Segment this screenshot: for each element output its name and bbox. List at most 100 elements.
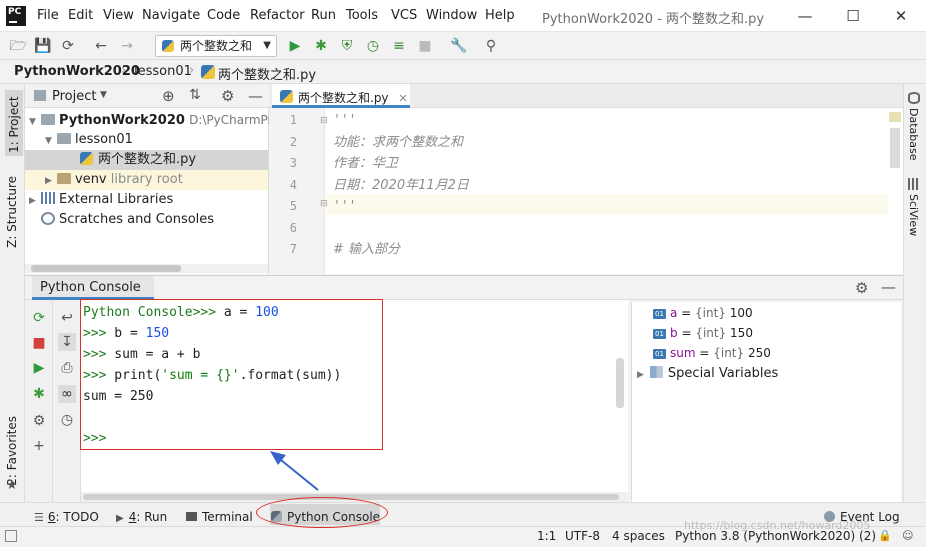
coverage-shield-icon[interactable]: ⛨	[338, 37, 356, 55]
menu-help[interactable]: Help	[485, 8, 515, 23]
sync-icon[interactable]: ⟳	[59, 37, 77, 55]
python-file-icon	[162, 40, 174, 52]
collapse-all-icon[interactable]: ⇅	[189, 87, 201, 103]
variable-type: {int}	[713, 346, 745, 360]
console-header	[25, 275, 903, 300]
search-icon[interactable]: ⚲	[482, 37, 500, 55]
bottom-tab-terminal[interactable]: Terminal	[186, 510, 253, 524]
run-configuration-select[interactable]: 两个整数之和 ▼	[155, 35, 277, 57]
save-icon[interactable]: 💾	[34, 37, 52, 55]
toggle-tool-windows-icon[interactable]	[5, 530, 17, 542]
bottom-tab-run[interactable]: ▶ 4: Run	[116, 510, 167, 524]
scroll-to-end-icon[interactable]: ↧	[58, 333, 76, 351]
show-variables-icon[interactable]: ∞	[58, 385, 76, 403]
soft-wrap-icon[interactable]: ↩	[58, 309, 76, 327]
folder-icon	[41, 114, 55, 125]
debug-bug-icon[interactable]: ✱	[30, 385, 48, 403]
tool-tab-favorites[interactable]: 2: Favorites	[5, 416, 19, 486]
tool-tab-project[interactable]: 1: Project	[5, 90, 23, 156]
tree-scratches-label: Scratches and Consoles	[59, 212, 215, 227]
menu-run[interactable]: Run	[311, 8, 336, 23]
close-window-button[interactable]: ✕	[886, 6, 916, 26]
breadcrumb-folder[interactable]: lesson01	[134, 64, 192, 79]
tool-tab-sciview[interactable]: SciView	[907, 194, 920, 236]
watermark: https://blog.csdn.net/howard2005	[684, 519, 871, 532]
variable-row[interactable]: 01 b = {int} 150	[637, 323, 753, 343]
fold-marker-icon[interactable]: ⊟	[320, 199, 328, 209]
tree-item-file[interactable]: 两个整数之和.py	[80, 150, 196, 170]
status-indent[interactable]: 4 spaces	[612, 529, 665, 543]
gear-icon[interactable]: ⚙	[221, 87, 234, 105]
tool-tab-database[interactable]: Database	[907, 108, 920, 161]
menu-view[interactable]: View	[103, 8, 134, 23]
variable-equals: =	[695, 346, 714, 360]
menu-refactor[interactable]: Refactor	[250, 8, 305, 23]
maximize-button[interactable]: ☐	[838, 6, 868, 26]
tree-folder-label: lesson01	[75, 132, 133, 147]
rerun-icon[interactable]: ⟳	[30, 309, 48, 327]
forward-arrow-icon[interactable]: →	[118, 37, 136, 55]
wrench-settings-icon[interactable]: 🔧	[450, 37, 468, 55]
special-variables-row[interactable]: ▶ Special Variables	[637, 363, 778, 385]
profile-icon[interactable]: ◷	[364, 37, 382, 55]
python-file-icon	[201, 65, 215, 79]
line-number: 4	[289, 177, 297, 192]
editor-scroll-thumb[interactable]	[890, 128, 900, 168]
print-icon[interactable]: ⎙	[58, 359, 76, 377]
tree-item-external-libraries[interactable]: ▶ External Libraries	[29, 190, 173, 210]
stop-icon[interactable]: ■	[30, 334, 48, 352]
menu-navigate[interactable]: Navigate	[142, 8, 200, 23]
chevron-right-icon: ›	[189, 63, 195, 78]
tree-item-scratches[interactable]: Scratches and Consoles	[41, 210, 214, 230]
bottom-tab-todo[interactable]: ☰ 6: TODO	[34, 510, 99, 524]
execute-icon[interactable]: ▶	[30, 359, 48, 377]
breadcrumb-file[interactable]: 两个整数之和.py	[218, 64, 316, 83]
console-vertical-scrollbar[interactable]	[614, 302, 626, 492]
status-caret-position[interactable]: 1:1	[537, 529, 556, 543]
special-variables-icon	[649, 366, 663, 378]
stop-icon[interactable]: ■	[416, 37, 434, 55]
tree-item-venv[interactable]: ▶ venv library root	[45, 170, 183, 190]
console-tab[interactable]: Python Console ✕	[32, 276, 154, 309]
project-horizontal-scrollbar[interactable]	[25, 264, 268, 273]
hide-panel-icon[interactable]: —	[248, 87, 263, 105]
tool-tab-structure[interactable]: Z: Structure	[5, 176, 19, 248]
gear-icon[interactable]: ⚙	[855, 279, 868, 297]
close-tab-icon[interactable]: ✕	[398, 92, 407, 105]
history-clock-icon[interactable]: ◷	[58, 411, 76, 429]
concurrency-icon[interactable]: ≡	[390, 37, 408, 55]
tree-item-root[interactable]: ▼ PythonWork2020 D:\PyCharmProje	[29, 110, 290, 130]
annotation-highlight-box	[80, 299, 383, 450]
python-file-icon	[80, 152, 93, 165]
project-panel-title[interactable]: Project	[52, 89, 96, 104]
menu-vcs[interactable]: VCS	[391, 8, 417, 23]
variable-row[interactable]: 01 a = {int} 100	[637, 303, 753, 323]
gear-icon[interactable]: ⚙	[30, 412, 48, 430]
locate-target-icon[interactable]: ⊕	[162, 87, 175, 105]
hide-panel-icon[interactable]: —	[881, 278, 896, 296]
list-icon: ☰	[34, 511, 44, 524]
editor-warning-marker[interactable]	[889, 112, 901, 122]
open-folder-icon[interactable]: 🗁	[9, 37, 27, 55]
menu-edit[interactable]: Edit	[68, 8, 93, 23]
variable-row[interactable]: 01 sum = {int} 250	[637, 343, 771, 363]
notifications-icon[interactable]: ☺	[902, 529, 913, 542]
fold-marker-icon[interactable]: ⊟	[320, 116, 328, 126]
variable-type: {int}	[695, 326, 727, 340]
menu-code[interactable]: Code	[207, 8, 240, 23]
minimize-button[interactable]: —	[790, 6, 820, 26]
menu-window[interactable]: Window	[426, 8, 477, 23]
back-arrow-icon[interactable]: ←	[92, 37, 110, 55]
menu-file[interactable]: File	[37, 8, 59, 23]
run-icon[interactable]: ▶	[286, 37, 304, 55]
chevron-down-icon[interactable]: ▼	[100, 90, 107, 100]
debug-bug-icon[interactable]: ✱	[312, 37, 330, 55]
menu-tools[interactable]: Tools	[346, 8, 378, 23]
tree-item-lesson01[interactable]: ▼ lesson01	[45, 130, 133, 150]
editor-tab-file[interactable]: 两个整数之和.py ✕	[272, 84, 410, 108]
code-line: '''	[333, 199, 357, 214]
lock-icon[interactable]: 🔒	[878, 529, 892, 542]
status-encoding[interactable]: UTF-8	[565, 529, 600, 543]
add-icon[interactable]: +	[30, 437, 48, 455]
bottom-tab-todo-mnemonic: 6	[47, 510, 56, 524]
